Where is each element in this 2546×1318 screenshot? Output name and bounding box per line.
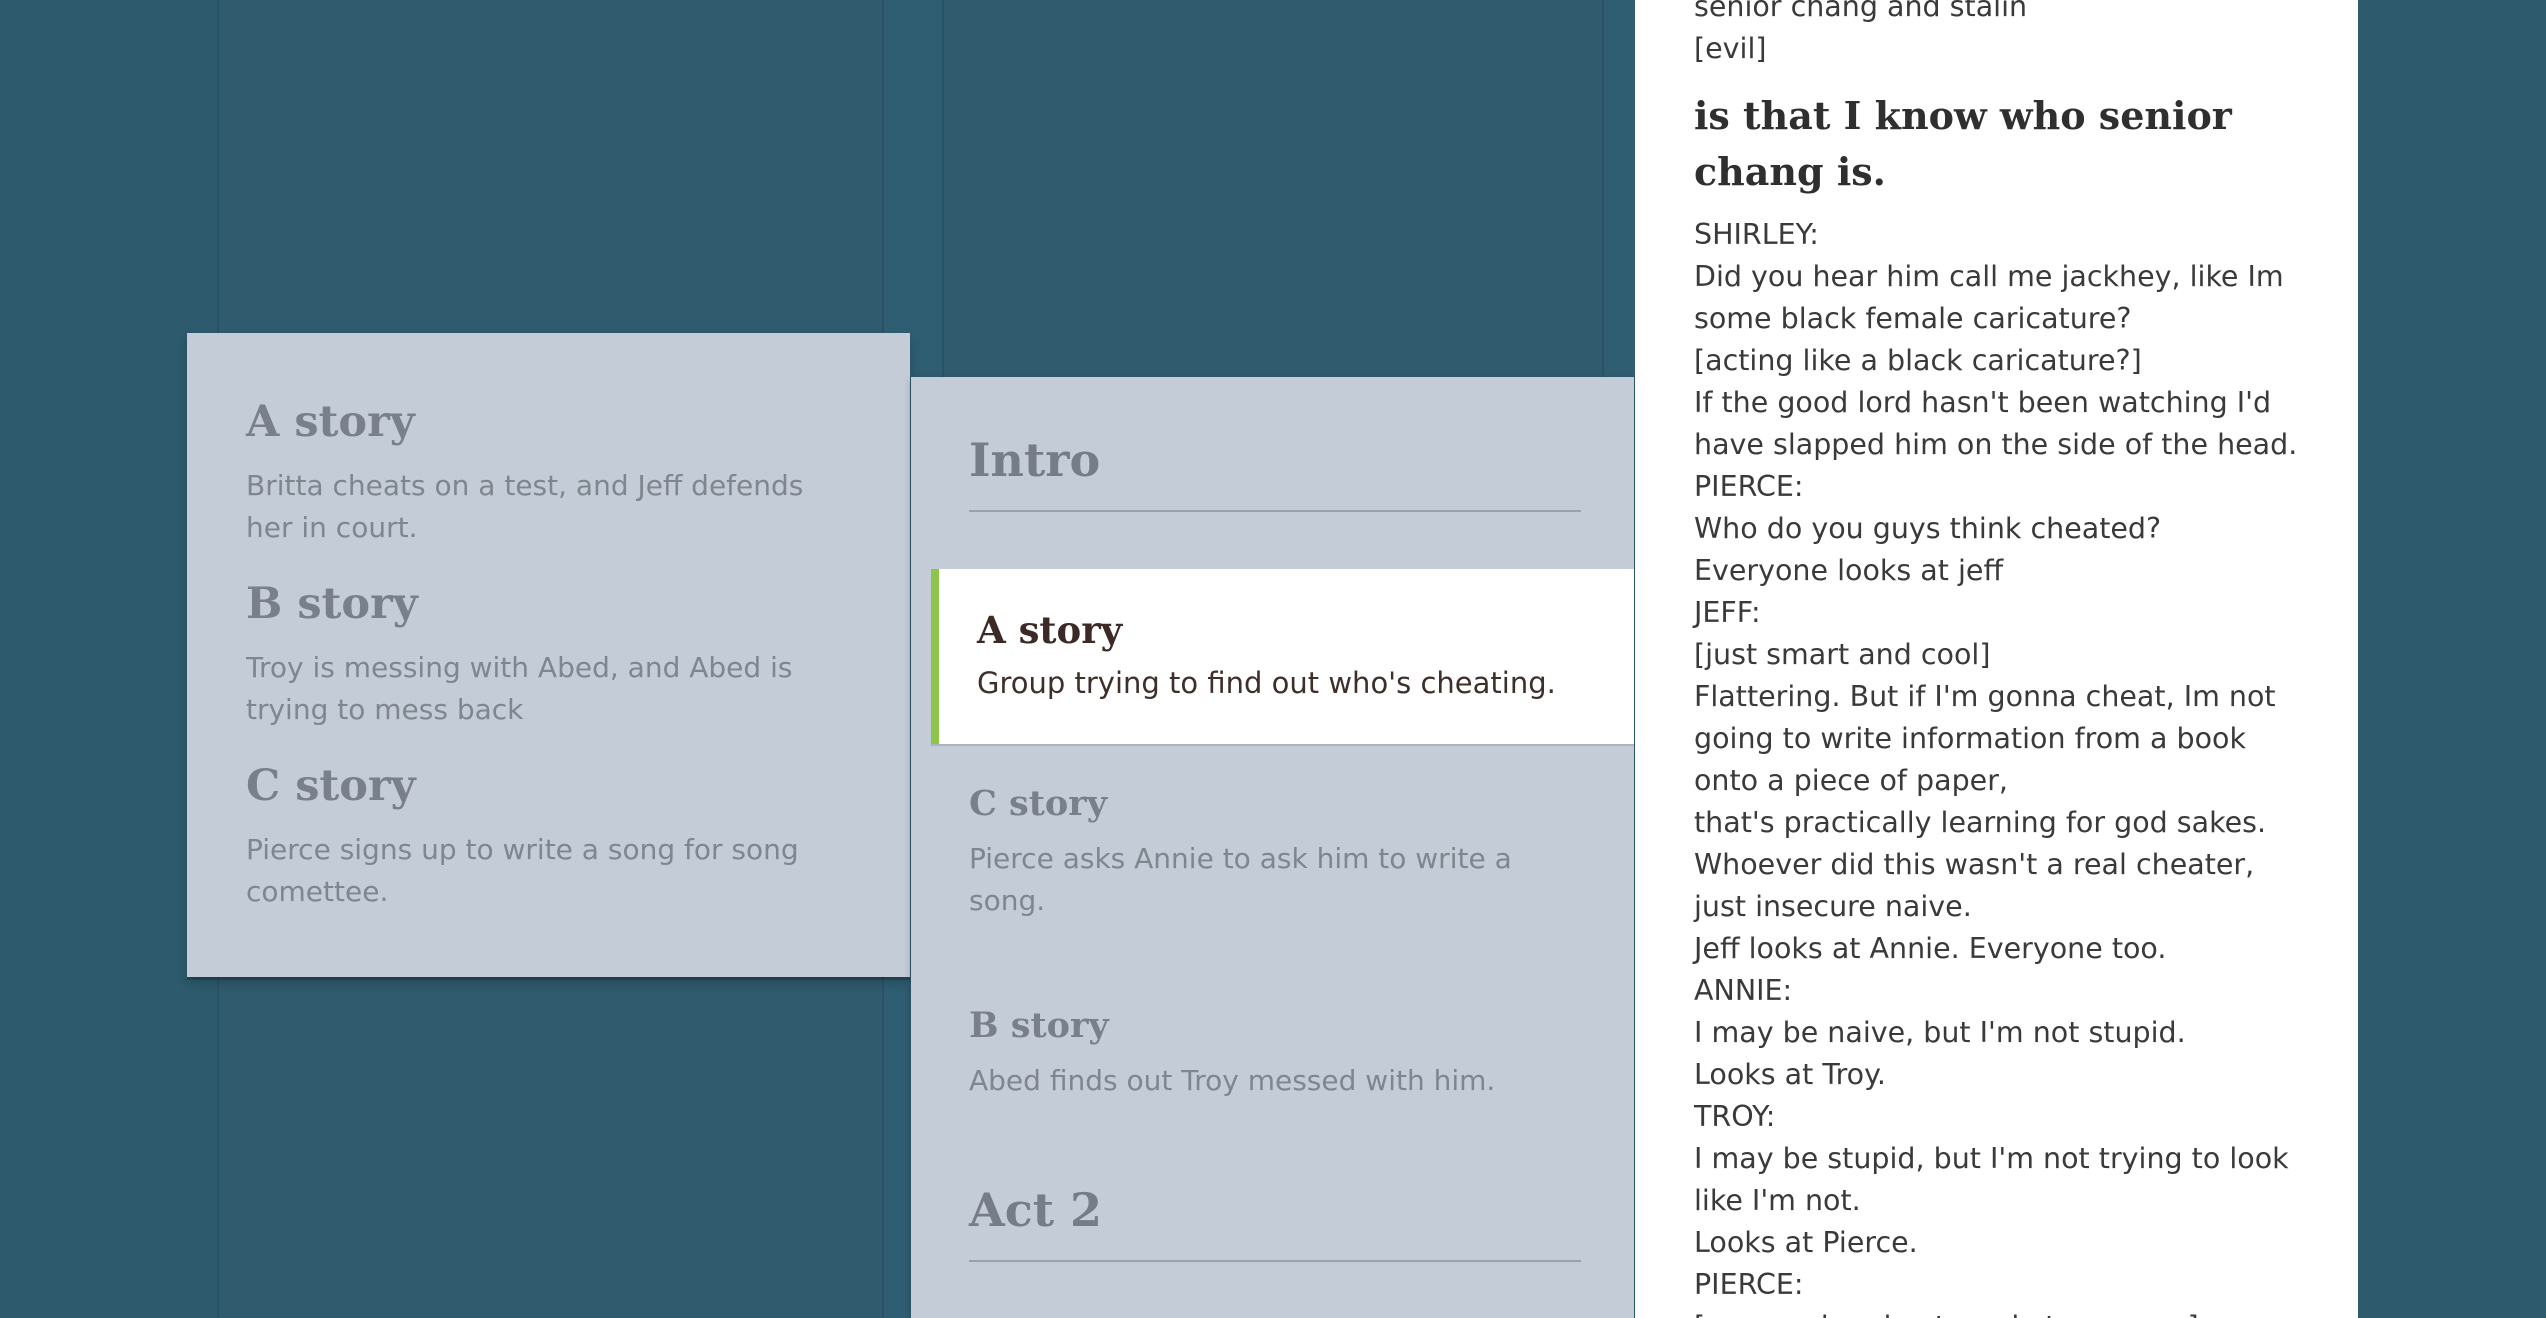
script-line: Flattering. But if I'm gonna cheat, Im n… [1694, 680, 2276, 797]
script-line: senior chang and stalin [1694, 0, 2028, 23]
outline-item-a-story[interactable]: A story Britta cheats on a test, and Jef… [246, 395, 852, 549]
script-line: Everyone looks at jeff [1694, 554, 2004, 587]
scene-card-c-story[interactable]: C story Pierce asks Annie to ask him to … [969, 782, 1569, 922]
script-line: Did you hear him call me jackhey, like I… [1694, 260, 2284, 335]
script-line: PIERCE: [1694, 470, 1804, 503]
script-scene-heading: is that I know who senior chang is. [1694, 93, 2232, 194]
script-editor[interactable]: senior chang and stalin [evil] is that I… [1635, 0, 2358, 1318]
outline-item-description: Troy is messing with Abed, and Abed is t… [246, 651, 793, 726]
outline-item-description: Britta cheats on a test, and Jeff defend… [246, 469, 804, 544]
scene-card-selected[interactable]: A story Group trying to find out who's c… [931, 569, 1634, 744]
script-line: Whoever did this wasn't a real cheater, … [1694, 848, 2255, 923]
scene-card-description: Pierce asks Annie to ask him to write a … [969, 842, 1512, 917]
scene-list-column[interactable]: Intro A story Group trying to find out w… [911, 377, 1634, 1318]
outline-item-c-story[interactable]: C story Pierce signs up to write a song … [246, 759, 852, 913]
section-header-act-2: Act 2 [969, 1182, 1581, 1262]
script-line: [acting like a black caricature?] [1694, 344, 2142, 377]
script-content[interactable]: senior chang and stalin [evil] is that I… [1694, 0, 2314, 1318]
story-outline-card[interactable]: A story Britta cheats on a test, and Jef… [187, 333, 910, 977]
script-line: Looks at Pierce. [1694, 1226, 1918, 1259]
script-line: Jeff looks at Annie. Everyone too. [1694, 932, 2167, 965]
script-line: If the good lord hasn't been watching I'… [1694, 386, 2298, 461]
background-panel [2358, 0, 2546, 1318]
script-line: I may be stupid, but I'm not trying to l… [1694, 1142, 2289, 1217]
outline-item-title: B story [246, 579, 418, 629]
script-line: SHIRLEY: [1694, 218, 1819, 251]
outline-item-b-story[interactable]: B story Troy is messing with Abed, and A… [246, 577, 852, 731]
scene-card-b-story[interactable]: B story Abed finds out Troy messed with … [969, 1004, 1569, 1102]
script-line: [annoyed and yet ready to pounce] [1694, 1306, 2314, 1318]
section-title: Intro [969, 433, 1101, 487]
script-line: Who do you guys think cheated? [1694, 512, 2162, 545]
script-line: that's practically learning for god sake… [1694, 806, 2267, 839]
scene-card-title: A story [977, 608, 1123, 652]
outline-item-title: C story [246, 761, 416, 811]
outline-item-description: Pierce signs up to write a song for song… [246, 833, 799, 908]
script-line: I may be naive, but I'm not stupid. [1694, 1016, 2186, 1049]
script-line: [evil] [1694, 32, 1767, 65]
background-panel [0, 0, 217, 1318]
script-line: JEFF: [1694, 596, 1761, 629]
scene-card-title: C story [969, 783, 1108, 824]
script-line: TROY: [1694, 1100, 1776, 1133]
outline-item-title: A story [246, 397, 415, 447]
script-line: ANNIE: [1694, 974, 1793, 1007]
scene-card-description: Group trying to find out who's cheating. [977, 666, 1556, 700]
scene-card-title: B story [969, 1005, 1109, 1046]
script-line: Looks at Troy. [1694, 1058, 1886, 1091]
section-header-intro: Intro [969, 432, 1581, 512]
section-title: Act 2 [969, 1183, 1102, 1237]
script-lines: SHIRLEY: Did you hear him call me jackhey… [1694, 214, 2314, 1318]
scene-card-description: Abed finds out Troy messed with him. [969, 1064, 1496, 1097]
script-line: PIERCE: [1694, 1268, 1804, 1301]
script-line: [just smart and cool] [1694, 638, 1991, 671]
